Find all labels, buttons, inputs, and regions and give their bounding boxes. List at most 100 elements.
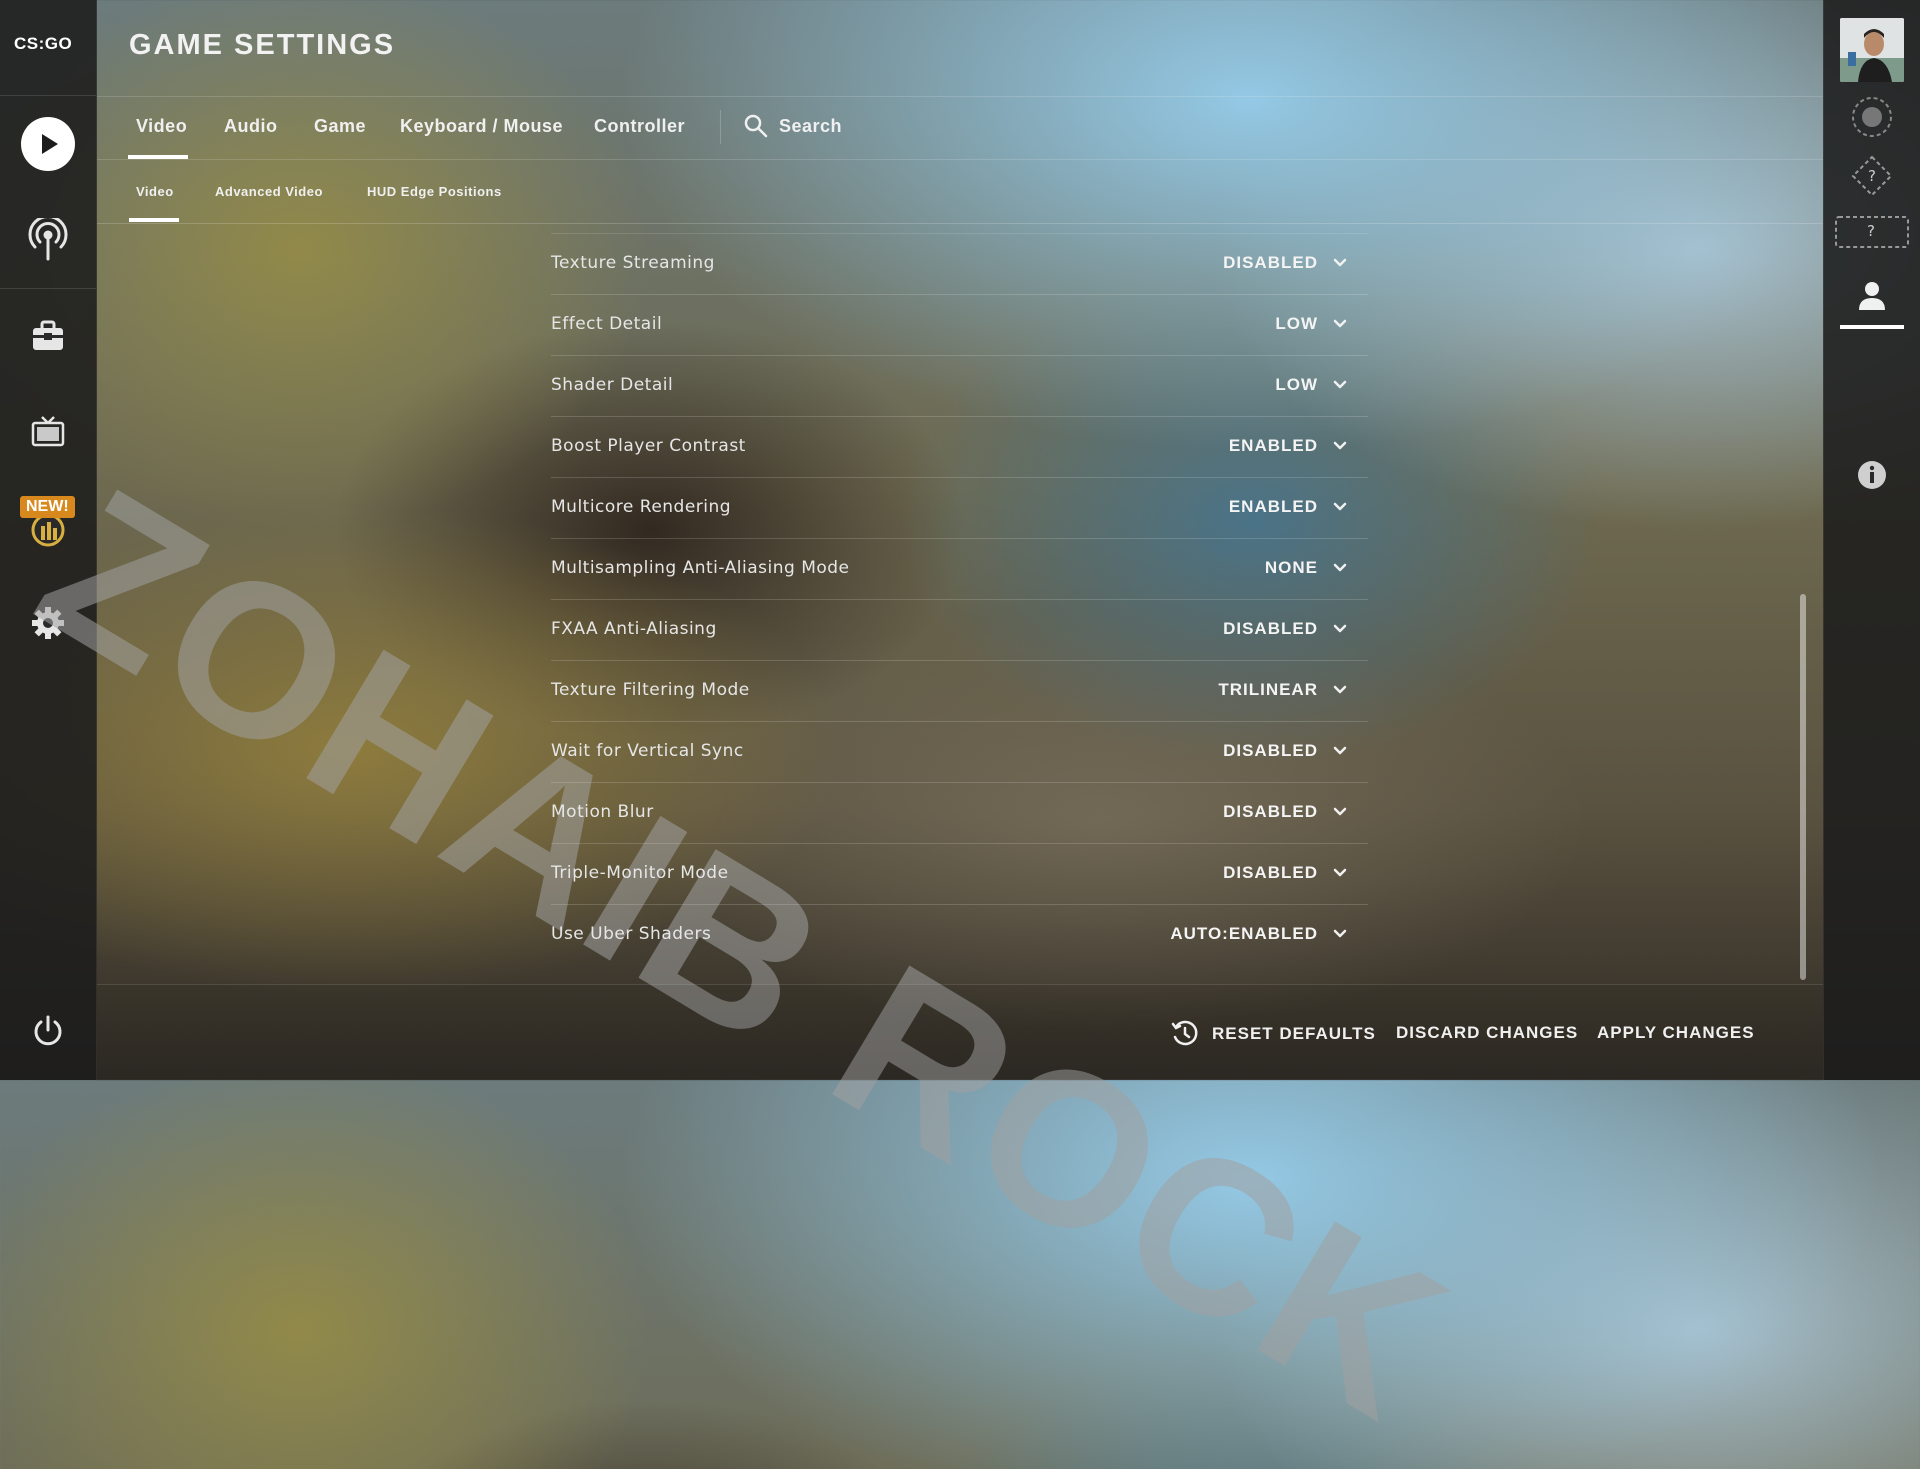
apply-changes-button[interactable]: APPLY CHANGES: [1597, 1023, 1755, 1043]
setting-label-multicore-rendering: Multicore Rendering: [551, 497, 732, 517]
main-tabs: Video Audio Game Keyboard / Mouse Contro…: [97, 96, 1823, 160]
wingman-rank-unknown: ?: [1867, 222, 1875, 240]
setting-value: DISABLED: [1223, 253, 1318, 272]
new-badge: NEW!: [20, 496, 75, 518]
setting-label-texture-streaming: Texture Streaming: [551, 253, 715, 273]
active-subtab-indicator: [129, 218, 179, 222]
setting-dropdown-shader-detail[interactable]: LOW: [1275, 375, 1348, 395]
tab-video[interactable]: Video: [136, 116, 187, 137]
person-icon: [1859, 282, 1885, 310]
chevron-down-icon: [1333, 929, 1347, 938]
setting-value: NONE: [1264, 558, 1318, 577]
info-icon: [1858, 461, 1886, 489]
inventory-button[interactable]: [0, 318, 96, 354]
setting-dropdown-texture-filtering-mode[interactable]: TRILINEAR: [1218, 680, 1348, 700]
history-icon: [1171, 1020, 1198, 1046]
setting-dropdown-multicore-rendering[interactable]: ENABLED: [1229, 497, 1348, 517]
search-label: Search: [779, 115, 843, 136]
watch-broadcast-button[interactable]: [0, 218, 96, 262]
search-button[interactable]: Search: [743, 113, 842, 139]
setting-row: Boost Player Contrast ENABLED: [551, 416, 1368, 477]
rail-divider: [0, 288, 96, 289]
setting-dropdown-fxaa-anti-aliasing[interactable]: DISABLED: [1223, 619, 1348, 639]
tab-keyboard-mouse[interactable]: Keyboard / Mouse: [400, 116, 563, 137]
play-button[interactable]: [0, 117, 96, 171]
setting-value: DISABLED: [1223, 741, 1318, 760]
profile-rank-icon: [1852, 97, 1892, 137]
setting-row: Shader Detail LOW: [551, 355, 1368, 416]
setting-value: DISABLED: [1223, 863, 1318, 882]
setting-row: Motion Blur DISABLED: [551, 782, 1368, 843]
setting-label-use-uber-shaders: Use Uber Shaders: [551, 924, 712, 944]
right-rail: ? ?: [1823, 0, 1920, 1080]
setting-dropdown-texture-streaming[interactable]: DISABLED: [1223, 253, 1348, 273]
setting-value: AUTO:ENABLED: [1170, 924, 1318, 943]
setting-label-texture-filtering-mode: Texture Filtering Mode: [551, 680, 750, 700]
power-button[interactable]: [0, 1014, 96, 1048]
tab-controller[interactable]: Controller: [594, 116, 685, 137]
tab-audio[interactable]: Audio: [224, 116, 278, 137]
logo-text: CS:GO: [14, 34, 73, 53]
page-title: GAME SETTINGS: [129, 29, 396, 61]
setting-value: TRILINEAR: [1218, 680, 1318, 699]
setting-row: Effect Detail LOW: [551, 294, 1368, 355]
broadcast-icon: [28, 218, 68, 261]
left-nav-rail: CS:GO NEW!: [0, 0, 97, 1080]
power-icon: [34, 1015, 62, 1046]
scrollbar[interactable]: [1800, 594, 1806, 980]
settings-button[interactable]: [0, 606, 96, 640]
chevron-down-icon: [1333, 563, 1347, 572]
reset-defaults-label: RESET DEFAULTS: [1212, 1024, 1376, 1043]
setting-label-multisampling-anti-aliasing-mode: Multisampling Anti-Aliasing Mode: [551, 558, 850, 578]
setting-dropdown-wait-for-vertical-sync[interactable]: DISABLED: [1223, 741, 1348, 761]
subtab-advanced-video[interactable]: Advanced Video: [215, 184, 323, 199]
chevron-down-icon: [1333, 380, 1347, 389]
chevron-down-icon: [1333, 807, 1347, 816]
subtab-hud-edge-positions[interactable]: HUD Edge Positions: [367, 184, 502, 199]
setting-row: FXAA Anti-Aliasing DISABLED: [551, 599, 1368, 660]
friends-button[interactable]: [1824, 280, 1920, 312]
setting-row: Multisampling Anti-Aliasing Mode NONE: [551, 538, 1368, 599]
setting-value: DISABLED: [1223, 619, 1318, 638]
chevron-down-icon: [1333, 868, 1347, 877]
chevron-down-icon: [1333, 258, 1347, 267]
chevron-down-icon: [1333, 441, 1347, 450]
setting-value: LOW: [1275, 314, 1318, 333]
competitive-rank-button[interactable]: ?: [1824, 155, 1920, 197]
setting-dropdown-boost-player-contrast[interactable]: ENABLED: [1229, 436, 1348, 456]
profile-rank-button[interactable]: [1824, 96, 1920, 138]
active-tab-indicator: [128, 155, 188, 159]
gear-icon: [32, 607, 64, 639]
csgo-logo[interactable]: CS:GO: [14, 34, 72, 54]
setting-dropdown-use-uber-shaders[interactable]: AUTO:ENABLED: [1170, 924, 1348, 944]
briefcase-icon: [33, 320, 63, 350]
setting-dropdown-motion-blur[interactable]: DISABLED: [1223, 802, 1348, 822]
discard-changes-button[interactable]: DISCARD CHANGES: [1396, 1023, 1578, 1043]
setting-dropdown-triple-monitor-mode[interactable]: DISABLED: [1223, 863, 1348, 883]
chevron-down-icon: [1333, 502, 1347, 511]
setting-value: ENABLED: [1228, 497, 1318, 516]
wingman-rank-button[interactable]: ?: [1824, 216, 1920, 248]
setting-row: Triple-Monitor Mode DISABLED: [551, 843, 1368, 904]
setting-row: Texture Streaming DISABLED: [551, 233, 1368, 294]
avatar[interactable]: [1840, 18, 1904, 82]
setting-value: ENABLED: [1228, 436, 1318, 455]
watch-button[interactable]: [0, 414, 96, 450]
setting-label-wait-for-vertical-sync: Wait for Vertical Sync: [551, 741, 744, 761]
setting-row: Use Uber Shaders AUTO:ENABLED: [551, 904, 1368, 965]
setting-row: Texture Filtering Mode TRILINEAR: [551, 660, 1368, 721]
setting-label-triple-monitor-mode: Triple-Monitor Mode: [551, 863, 729, 883]
competitive-rank-unknown: ?: [1868, 167, 1876, 185]
tab-divider: [720, 110, 721, 144]
setting-label-shader-detail: Shader Detail: [551, 375, 674, 395]
setting-dropdown-multisampling-anti-aliasing-mode[interactable]: NONE: [1265, 558, 1348, 578]
friends-active-indicator: [1840, 325, 1904, 329]
info-button[interactable]: [1824, 460, 1920, 490]
subtab-video[interactable]: Video: [136, 184, 174, 199]
setting-dropdown-effect-detail[interactable]: LOW: [1275, 314, 1348, 334]
tab-game[interactable]: Game: [314, 116, 366, 137]
reset-defaults-button[interactable]: RESET DEFAULTS: [1170, 1019, 1376, 1049]
sub-tabs: Video Advanced Video HUD Edge Positions: [97, 160, 1823, 224]
setting-label-motion-blur: Motion Blur: [551, 802, 654, 822]
setting-label-effect-detail: Effect Detail: [551, 314, 663, 334]
